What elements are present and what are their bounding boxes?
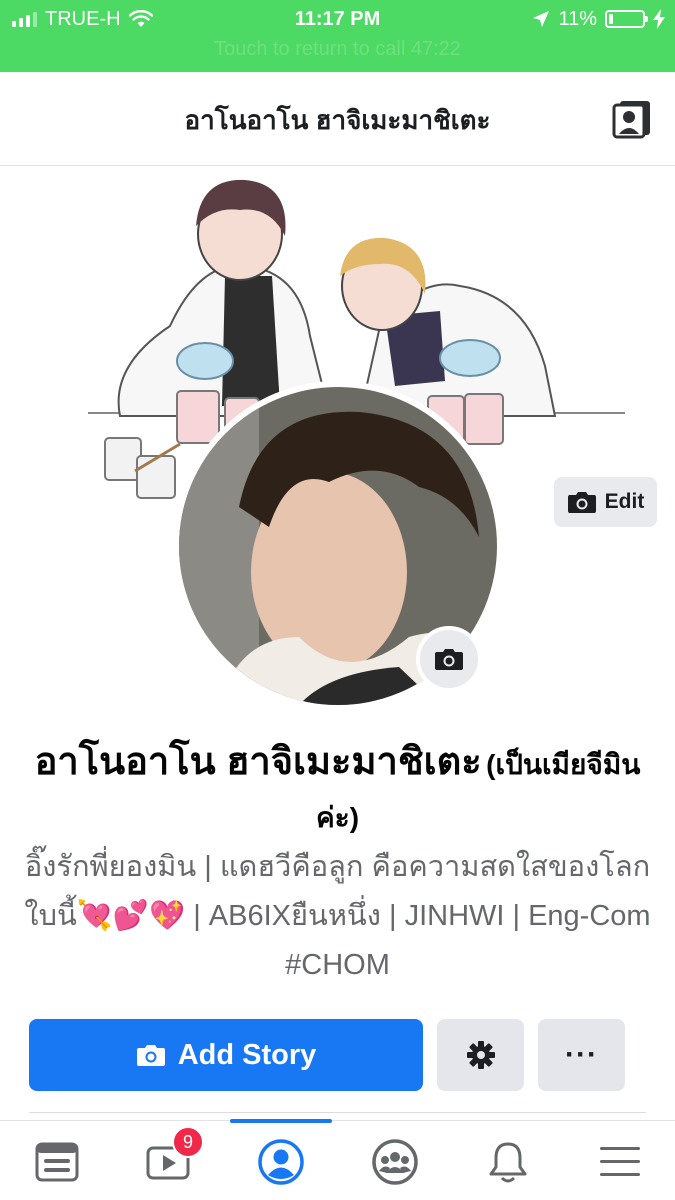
status-bar[interactable]: TRUE-H 11:17 PM 11% Touch to return to c… [0,0,675,72]
groups-icon [372,1139,418,1185]
camera-icon [136,1045,165,1066]
news-feed-icon [35,1142,79,1182]
change-profile-picture-button[interactable] [416,626,482,692]
more-icon: ··· [565,1038,598,1071]
tab-menu[interactable] [590,1133,650,1191]
tab-bar [0,1119,675,1200]
profile-icon [258,1139,304,1185]
profile-page: TRUE-H 11:17 PM 11% Touch to return to c… [0,0,675,1200]
edit-cover-button[interactable]: Edit [554,477,657,527]
tab-notifications[interactable] [478,1133,538,1191]
add-story-button[interactable]: Add Story [29,1019,423,1091]
more-button[interactable]: ··· [538,1019,625,1091]
active-tab-indicator [230,1119,332,1123]
camera-icon [567,492,596,513]
add-story-label: Add Story [177,1038,317,1071]
profile-switch-icon[interactable] [611,98,653,140]
location-icon [533,11,550,27]
watch-notification-badge: 9 [172,1126,204,1158]
menu-icon [600,1147,640,1176]
page-title: อาโนอาโน ฮาจิเมะมาชิเตะ [184,105,491,135]
battery-icon [605,10,648,28]
return-to-call-banner[interactable]: Touch to return to call 47:22 [0,38,675,61]
battery-level [609,14,613,24]
gear-icon [466,1041,495,1069]
tab-news-feed[interactable] [27,1133,87,1191]
profile-name-main: อาโนอาโน ฮาจิเมะมาชิเตะ [34,741,482,783]
divider [29,1112,646,1113]
edit-label: Edit [604,490,645,513]
profile-name: อาโนอาโน ฮาจิเมะมาชิเตะ (เป็นเมียจีมินค่… [14,738,661,847]
profile-bio: อิ๊งรักพี่ยองมิน | แดฮวีคือลูก คือความสด… [24,851,651,981]
settings-button[interactable] [437,1019,524,1091]
camera-icon [435,649,463,670]
bell-icon [489,1142,527,1183]
tab-profile[interactable] [251,1133,311,1191]
header: อาโนอาโน ฮาจิเมะมาชิเตะ [0,72,675,166]
tab-groups[interactable] [365,1133,425,1191]
battery-percent: 11% [558,7,597,30]
charging-icon [653,9,665,29]
status-right: 11% [532,6,665,32]
